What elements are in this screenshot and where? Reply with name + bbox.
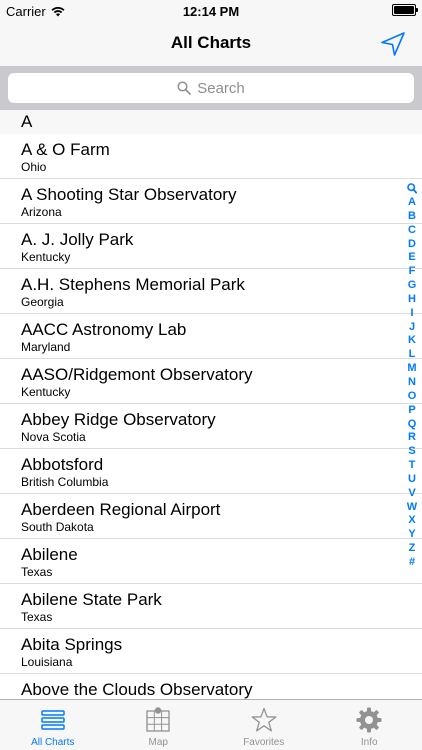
index-letter[interactable]: U (408, 473, 416, 487)
index-letter[interactable]: K (408, 334, 416, 348)
item-title: AACC Astronomy Lab (21, 320, 187, 339)
list-icon (41, 710, 65, 730)
search-bar: Search (0, 66, 422, 110)
index-letter[interactable]: # (409, 556, 415, 570)
item-title: A Shooting Star Observatory (21, 185, 237, 204)
index-letter[interactable]: P (408, 404, 415, 418)
search-placeholder: Search (197, 79, 245, 97)
item-title: Abilene State Park (21, 590, 162, 609)
index-letter[interactable]: Y (408, 528, 415, 542)
section-index[interactable]: A B C D E F G H I J K L M N O P Q R S T … (405, 183, 419, 570)
index-letter[interactable]: O (408, 390, 417, 404)
index-letter[interactable]: C (408, 224, 416, 238)
item-title: Abbey Ridge Observatory (21, 410, 216, 429)
list-item[interactable]: Abita Springs Louisiana (0, 629, 422, 674)
gear-icon (356, 707, 382, 733)
item-subtitle: Arizona (21, 205, 62, 219)
item-title: Abilene (21, 545, 78, 564)
item-title: AASO/Ridgemont Observatory (21, 365, 253, 384)
item-subtitle: Nova Scotia (21, 430, 86, 444)
index-search-icon[interactable] (407, 183, 417, 195)
index-letter[interactable]: R (408, 431, 416, 445)
list-item[interactable]: A. J. Jolly Park Kentucky (0, 224, 422, 269)
status-right (392, 4, 418, 16)
item-subtitle: Georgia (21, 295, 64, 309)
index-letter[interactable]: Q (408, 418, 417, 432)
index-letter[interactable]: F (409, 265, 416, 279)
tab-bar: All Charts Map Favorites Info (0, 699, 422, 750)
index-letter[interactable]: T (409, 459, 416, 473)
index-letter[interactable]: L (409, 348, 416, 362)
list-item[interactable]: Above the Clouds Observatory (0, 674, 422, 699)
item-subtitle: British Columbia (21, 475, 109, 489)
item-title: A. J. Jolly Park (21, 230, 134, 249)
list-item[interactable]: AACC Astronomy Lab Maryland (0, 314, 422, 359)
screen: Carrier 12:14 PM All Charts Search A A &… (0, 0, 422, 750)
list-item[interactable]: Abbey Ridge Observatory Nova Scotia (0, 404, 422, 449)
item-subtitle: Kentucky (21, 385, 71, 399)
item-subtitle: South Dakota (21, 520, 94, 534)
list-item[interactable]: Abbotsford British Columbia (0, 449, 422, 494)
index-letter[interactable]: W (407, 501, 417, 515)
index-letter[interactable]: N (408, 376, 416, 390)
star-icon (251, 707, 277, 732)
battery-icon (392, 4, 418, 16)
index-letter[interactable]: B (408, 210, 416, 224)
index-letter[interactable]: E (408, 251, 415, 265)
charts-list[interactable]: A A & O Farm Ohio A Shooting Star Observ… (0, 110, 422, 699)
item-subtitle: Louisiana (21, 655, 73, 669)
index-letter[interactable]: Z (409, 542, 416, 556)
navigation-bar: All Charts (0, 22, 422, 66)
item-subtitle: Kentucky (21, 250, 71, 264)
item-subtitle: Ohio (21, 160, 47, 174)
tab-all-charts[interactable]: All Charts (0, 700, 106, 750)
index-letter[interactable]: H (408, 293, 416, 307)
section-header: A (0, 110, 422, 134)
tab-map[interactable]: Map (106, 700, 212, 750)
index-letter[interactable]: M (407, 362, 416, 376)
list-item[interactable]: AASO/Ridgemont Observatory Kentucky (0, 359, 422, 404)
list-item[interactable]: Abilene Texas (0, 539, 422, 584)
index-letter[interactable]: V (408, 487, 415, 501)
index-letter[interactable]: J (409, 321, 415, 335)
item-title: A.H. Stephens Memorial Park (21, 275, 245, 294)
item-subtitle: Maryland (21, 340, 71, 354)
tab-label: Favorites (243, 737, 285, 748)
item-title: Abbotsford (21, 455, 104, 474)
tab-label: Map (148, 737, 168, 748)
list-item[interactable]: Abilene State Park Texas (0, 584, 422, 629)
index-letter[interactable]: I (410, 307, 413, 321)
search-input[interactable]: Search (8, 73, 414, 103)
item-title: Abita Springs (21, 635, 123, 654)
index-letter[interactable]: D (408, 238, 416, 252)
index-letter[interactable]: S (408, 445, 415, 459)
index-letter[interactable]: G (408, 279, 417, 293)
list-item[interactable]: Aberdeen Regional Airport South Dakota (0, 494, 422, 539)
tab-label: All Charts (31, 737, 75, 748)
tab-label: Info (360, 737, 378, 748)
search-icon (177, 81, 192, 95)
item-subtitle: Texas (21, 565, 53, 579)
location-arrow-icon[interactable] (378, 29, 408, 59)
tab-favorites[interactable]: Favorites (211, 700, 317, 750)
index-letter[interactable]: A (408, 196, 416, 210)
list-item[interactable]: A & O Farm Ohio (0, 134, 422, 179)
page-title: All Charts (170, 33, 252, 52)
index-letter[interactable]: X (408, 514, 415, 528)
item-title: A & O Farm (21, 140, 110, 159)
status-bar: Carrier 12:14 PM (0, 0, 422, 22)
tab-info[interactable]: Info (317, 700, 422, 750)
list-item[interactable]: A Shooting Star Observatory Arizona (0, 179, 422, 224)
item-subtitle: Texas (21, 610, 53, 624)
item-title: Above the Clouds Observatory (21, 680, 253, 699)
status-time: 12:14 PM (182, 4, 240, 19)
item-title: Aberdeen Regional Airport (21, 500, 221, 519)
map-icon (146, 707, 170, 732)
list-item[interactable]: A.H. Stephens Memorial Park Georgia (0, 269, 422, 314)
